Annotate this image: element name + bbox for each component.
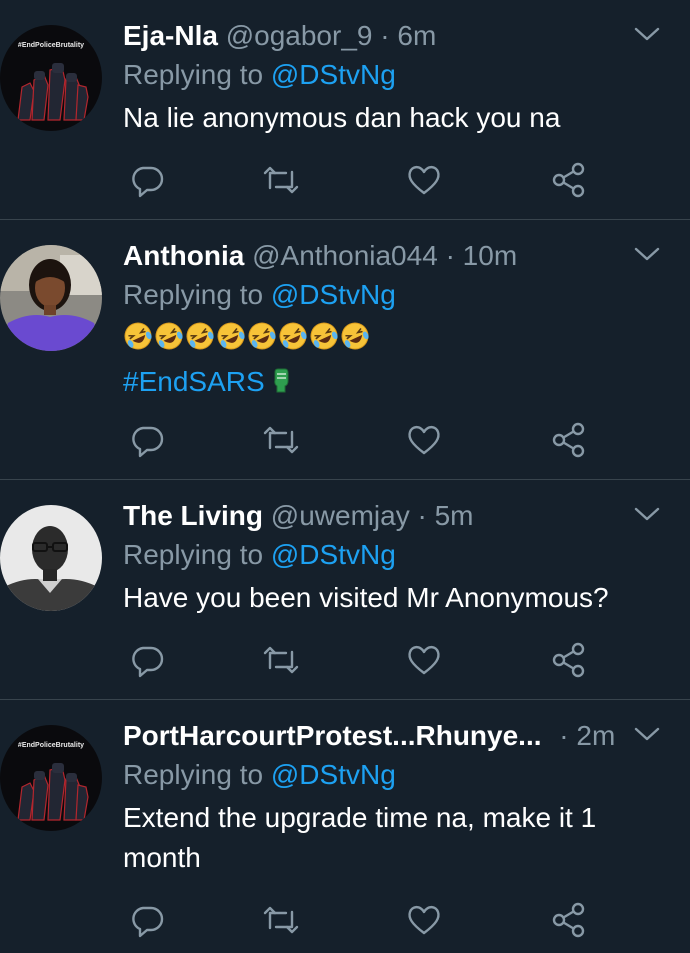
rolling-on-floor-laughing-emoji xyxy=(247,320,277,363)
avatar[interactable]: #EndPoliceBrutality xyxy=(0,725,102,831)
timestamp[interactable]: 5m xyxy=(435,500,474,531)
avatar[interactable] xyxy=(0,505,102,611)
fist-icon xyxy=(272,364,290,404)
like-icon[interactable] xyxy=(404,900,444,940)
tweet-actions xyxy=(123,640,593,680)
tweet[interactable]: #EndPoliceBrutality PortHarcourtProtest.… xyxy=(0,700,690,953)
timestamp[interactable]: 2m xyxy=(576,720,615,751)
separator: · xyxy=(559,720,569,751)
share-icon[interactable] xyxy=(549,160,589,200)
retweet-icon[interactable] xyxy=(261,420,301,460)
tweet-text: Na lie anonymous dan hack you na xyxy=(123,102,561,133)
avatar-text: #EndPoliceBrutality xyxy=(18,42,84,49)
mention-link[interactable]: @DStvNg xyxy=(271,279,396,310)
tweet-actions xyxy=(123,420,593,460)
tweet-actions xyxy=(123,900,593,940)
rolling-on-floor-laughing-emoji xyxy=(278,320,308,363)
separator: · xyxy=(380,20,390,51)
like-icon[interactable] xyxy=(404,160,444,200)
rolling-on-floor-laughing-emoji xyxy=(309,320,339,363)
handle[interactable]: @Anthonia044 xyxy=(252,240,438,271)
tweet[interactable]: Anthonia @Anthonia044 · 10m Replying to … xyxy=(0,220,690,480)
timestamp[interactable]: 10m xyxy=(463,240,517,271)
reply-icon[interactable] xyxy=(127,640,167,680)
tweet[interactable]: #EndPoliceBrutality Eja-Nla @ogabor_9 · … xyxy=(0,0,690,220)
tweet[interactable]: The Living @uwemjay · 5m Replying to @DS… xyxy=(0,480,690,700)
display-name[interactable]: The Living xyxy=(123,500,263,531)
rolling-on-floor-laughing-emoji xyxy=(185,320,215,363)
retweet-icon[interactable] xyxy=(261,640,301,680)
tweet-text-line: month xyxy=(123,842,201,873)
display-name[interactable]: Anthonia xyxy=(123,240,244,271)
reply-icon[interactable] xyxy=(127,160,167,200)
replying-prefix: Replying to xyxy=(123,59,264,90)
reply-icon[interactable] xyxy=(127,420,167,460)
share-icon[interactable] xyxy=(549,900,589,940)
avatar-text: #EndPoliceBrutality xyxy=(18,742,84,749)
tweet-content: The Living @uwemjay · 5m Replying to @DS… xyxy=(123,498,670,618)
rolling-on-floor-laughing-emoji xyxy=(154,320,184,363)
replying-to: Replying to @DStvNg xyxy=(123,754,670,796)
mention-link[interactable]: @DStvNg xyxy=(271,59,396,90)
chevron-down-icon[interactable] xyxy=(634,26,660,47)
emoji-row xyxy=(123,318,670,360)
replying-to: Replying to @DStvNg xyxy=(123,274,670,316)
chevron-down-icon[interactable] xyxy=(634,726,660,747)
like-icon[interactable] xyxy=(404,420,444,460)
replying-prefix: Replying to xyxy=(123,759,264,790)
rolling-on-floor-laughing-emoji xyxy=(216,320,246,363)
tweet-content: PortHarcourtProtest...Rhunye... · 2m Rep… xyxy=(123,718,670,878)
reply-icon[interactable] xyxy=(127,900,167,940)
tweet-header: PortHarcourtProtest...Rhunye... · 2m xyxy=(123,718,670,754)
tweet-header: Anthonia @Anthonia044 · 10m xyxy=(123,238,670,274)
hashtag-line: #EndSARS xyxy=(123,362,670,404)
separator: · xyxy=(445,240,455,271)
share-icon[interactable] xyxy=(549,640,589,680)
retweet-icon[interactable] xyxy=(261,900,301,940)
tweet-header: Eja-Nla @ogabor_9 · 6m xyxy=(123,18,670,54)
share-icon[interactable] xyxy=(549,420,589,460)
handle[interactable]: @ogabor_9 xyxy=(226,20,373,51)
timeline: #EndPoliceBrutality Eja-Nla @ogabor_9 · … xyxy=(0,0,690,953)
like-icon[interactable] xyxy=(404,640,444,680)
timestamp[interactable]: 6m xyxy=(397,20,436,51)
chevron-down-icon[interactable] xyxy=(634,246,660,267)
display-name[interactable]: Eja-Nla xyxy=(123,20,218,51)
rolling-on-floor-laughing-emoji xyxy=(340,320,370,363)
tweet-header: The Living @uwemjay · 5m xyxy=(123,498,670,534)
display-name[interactable]: PortHarcourtProtest...Rhunye... xyxy=(123,720,542,751)
tweet-text-line: Extend the upgrade time na, make it 1 xyxy=(123,802,597,833)
avatar[interactable] xyxy=(0,245,102,351)
mention-link[interactable]: @DStvNg xyxy=(271,759,396,790)
replying-to: Replying to @DStvNg xyxy=(123,54,670,96)
replying-prefix: Replying to xyxy=(123,279,264,310)
mention-link[interactable]: @DStvNg xyxy=(271,539,396,570)
separator: · xyxy=(417,500,427,531)
retweet-icon[interactable] xyxy=(261,160,301,200)
replying-prefix: Replying to xyxy=(123,539,264,570)
tweet-actions xyxy=(123,160,593,200)
avatar[interactable]: #EndPoliceBrutality xyxy=(0,25,102,131)
hashtag-link[interactable]: #EndSARS xyxy=(123,366,265,397)
rolling-on-floor-laughing-emoji xyxy=(123,320,153,363)
tweet-text: Have you been visited Mr Anonymous? xyxy=(123,582,609,613)
tweet-content: Anthonia @Anthonia044 · 10m Replying to … xyxy=(123,238,670,404)
chevron-down-icon[interactable] xyxy=(634,506,660,527)
handle[interactable]: @uwemjay xyxy=(271,500,410,531)
tweet-content: Eja-Nla @ogabor_9 · 6m Replying to @DStv… xyxy=(123,18,670,138)
replying-to: Replying to @DStvNg xyxy=(123,534,670,576)
